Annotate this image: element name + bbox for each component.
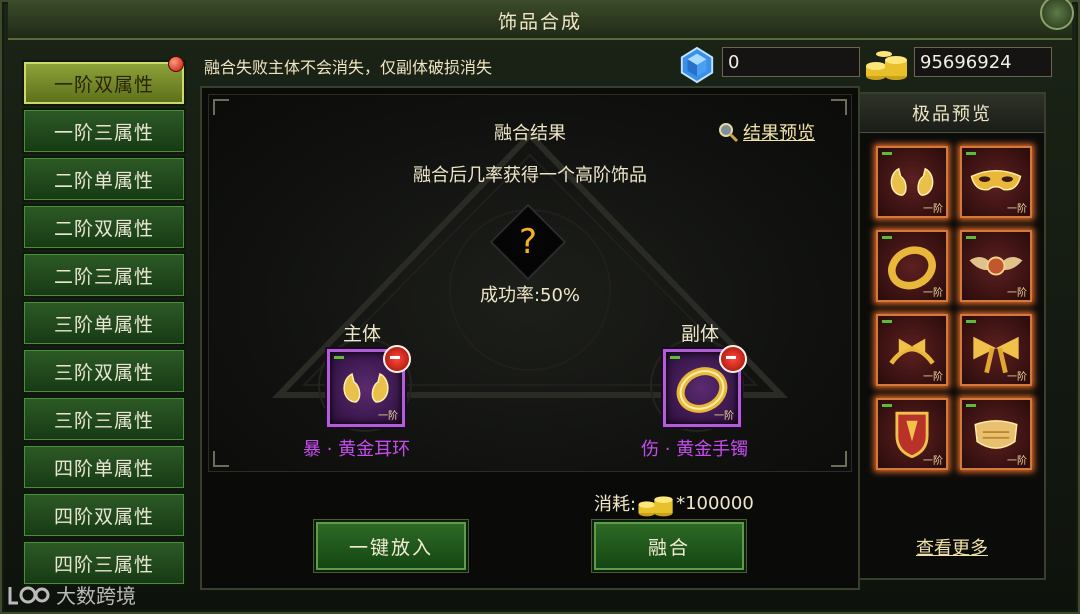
corner-ornament — [213, 451, 229, 467]
preview-item[interactable]: 一阶 — [876, 230, 948, 302]
gold-count: 95696924 — [914, 47, 1052, 77]
close-button[interactable] — [1040, 0, 1074, 30]
fusion-notice: 融合失败主体不会消失，仅副体破损消失 — [204, 58, 493, 77]
tab-tier2-double[interactable]: 二阶双属性 — [22, 204, 186, 250]
main-item-name: 暴 · 黄金耳环 — [303, 439, 411, 460]
result-preview-link[interactable]: 结果预览 — [717, 119, 815, 145]
fusion-cost: 消耗: *100000 — [594, 488, 754, 518]
premium-preview-title: 极品预览 — [860, 94, 1044, 133]
corner-ornament — [213, 99, 229, 115]
tab-tier3-triple[interactable]: 三阶三属性 — [22, 396, 186, 442]
unknown-result-slot: ? — [489, 203, 567, 281]
tab-tier4-double[interactable]: 四阶双属性 — [22, 492, 186, 538]
preview-item[interactable]: 一阶 — [876, 314, 948, 386]
sub-body-label: 副体 — [681, 323, 720, 345]
fusion-description: 融合后几率获得一个高阶饰品 — [413, 165, 647, 186]
gold-coins-icon — [638, 496, 673, 517]
tab-tier4-single[interactable]: 四阶单属性 — [22, 444, 186, 490]
preview-item[interactable]: 一阶 — [960, 146, 1032, 218]
fusion-panel: 融合结果 结果预览 融合后几率获得一个高阶饰品 ? 成功率:50% 主体 一阶 — [200, 86, 860, 590]
diamond-icon — [680, 46, 714, 84]
tab-tier3-single[interactable]: 三阶单属性 — [22, 300, 186, 346]
preview-item[interactable]: 一阶 — [876, 146, 948, 218]
tier-tab-list: 一阶双属性 一阶三属性 二阶单属性 二阶双属性 二阶三属性 三阶单属性 三阶双属… — [18, 58, 186, 586]
main-body-label: 主体 — [343, 323, 382, 345]
preview-item[interactable]: 一阶 — [960, 398, 1032, 470]
fusion-stage: 融合结果 结果预览 融合后几率获得一个高阶饰品 ? 成功率:50% 主体 一阶 — [208, 94, 852, 472]
watermark-logo-icon — [8, 586, 50, 604]
tab-tier1-double[interactable]: 一阶双属性 — [22, 60, 186, 106]
preview-item[interactable]: 一阶 — [960, 314, 1032, 386]
title-bar: 饰品合成 — [8, 0, 1074, 40]
corner-ornament — [831, 451, 847, 467]
corner-ornament — [831, 99, 847, 115]
fuse-button[interactable]: 融合 — [592, 520, 746, 572]
tab-tier2-single[interactable]: 二阶单属性 — [22, 156, 186, 202]
tab-tier3-double[interactable]: 三阶双属性 — [22, 348, 186, 394]
preview-item[interactable]: 一阶 — [960, 230, 1032, 302]
view-more-link[interactable]: 查看更多 — [860, 534, 1044, 560]
window-title: 饰品合成 — [497, 10, 582, 33]
premium-preview-panel: 极品预览 一阶 一阶 一阶 一阶 一阶 一阶 一阶 一阶 查看更多 — [858, 92, 1046, 580]
success-rate: 成功率:50% — [479, 285, 581, 306]
magnifier-icon — [719, 123, 739, 143]
svg-text:?: ? — [519, 222, 537, 262]
auto-fill-button[interactable]: 一键放入 — [314, 520, 468, 572]
question-mark-icon: ? — [489, 203, 567, 281]
remove-main-button[interactable] — [383, 345, 411, 373]
gold-coins-icon — [866, 51, 907, 80]
preview-item[interactable]: 一阶 — [876, 398, 948, 470]
watermark: 大数跨境 — [6, 580, 136, 609]
tab-tier1-triple[interactable]: 一阶三属性 — [22, 108, 186, 154]
notification-dot — [168, 56, 184, 72]
remove-sub-button[interactable] — [719, 345, 747, 373]
diamond-count: 0 — [722, 47, 860, 77]
tab-tier2-triple[interactable]: 二阶三属性 — [22, 252, 186, 298]
sub-item-name: 伤 · 黄金手镯 — [641, 439, 749, 460]
